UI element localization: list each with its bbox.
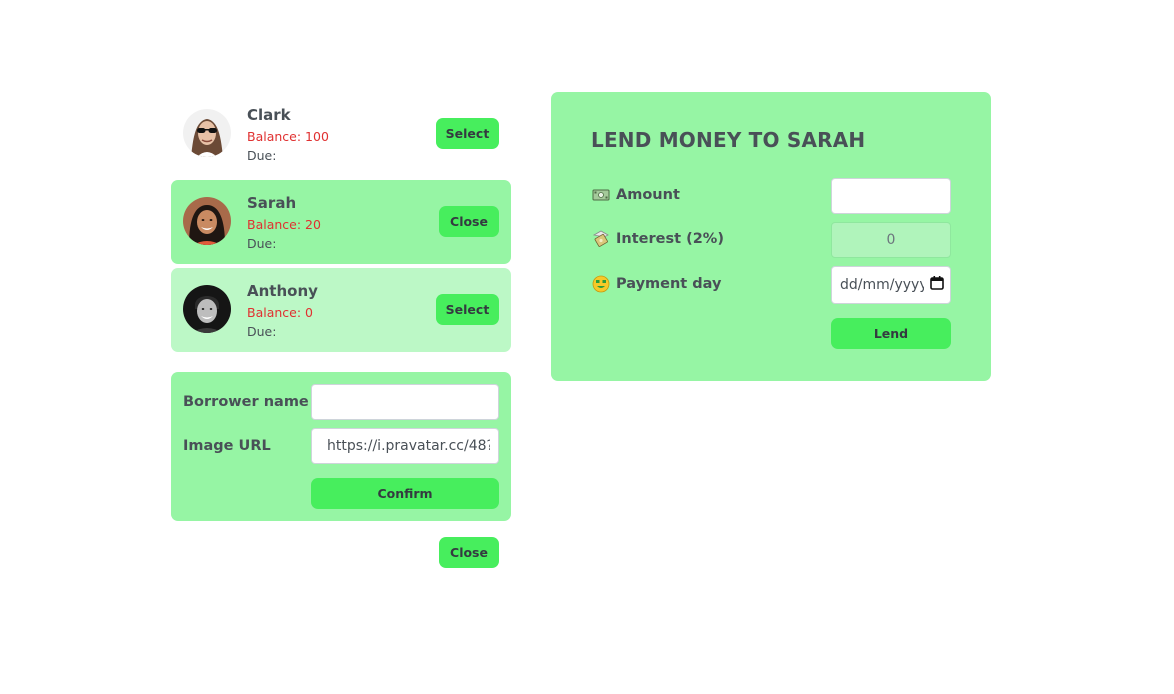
amount-row-label: Amount [592,186,680,204]
select-button-anthony[interactable]: Select [436,294,499,325]
friend-due: Due: [247,236,277,251]
friend-name: Anthony [247,282,318,300]
image-url-input[interactable] [311,428,499,464]
friend-due: Due: [247,324,277,339]
friend-name: Sarah [247,194,297,212]
avatar-anthony [183,285,231,333]
interest-row-label: Interest (2%) [592,230,724,248]
payment-day-placeholder: dd/mm/yyyy [840,277,924,293]
payment-day-input[interactable]: dd/mm/yyyy [831,266,951,304]
select-button-clark[interactable]: Select [436,118,499,149]
image-url-label: Image URL [183,438,271,454]
avatar-sarah [183,197,231,245]
interest-label: Interest (2%) [616,231,724,247]
friend-item-anthony: Anthony Balance: 0 Due: Select [171,268,511,352]
friend-name: Clark [247,106,291,124]
calendar-icon[interactable] [930,276,944,294]
money-with-wings-icon [592,230,610,248]
close-form-button[interactable]: Close [439,537,499,568]
amount-label: Amount [616,187,680,203]
friend-balance: Balance: 100 [247,129,329,144]
friends-list: Clark Balance: 100 Due: Select Sarah Bal… [171,92,511,356]
lend-form-title: LEND MONEY TO SARAH [591,128,866,152]
borrower-name-input[interactable] [311,384,499,420]
friend-balance: Balance: 0 [247,305,313,320]
payment-day-label: Payment day [616,276,722,292]
borrower-name-label: Borrower name [183,394,309,410]
close-button-sarah[interactable]: Close [439,206,499,237]
friend-balance: Balance: 20 [247,217,321,232]
lend-money-form: LEND MONEY TO SARAH Amount Interest (2%)… [551,92,991,381]
lend-button[interactable]: Lend [831,318,951,349]
payment-day-row-label: Payment day [592,275,721,293]
confirm-button[interactable]: Confirm [311,478,499,509]
friend-item-sarah: Sarah Balance: 20 Due: Close [171,180,511,264]
friend-item-clark: Clark Balance: 100 Due: Select [171,92,511,176]
money-mouth-face-icon [592,275,610,293]
add-borrower-form: Borrower name Image URL Confirm [171,372,511,521]
money-bill-icon [592,186,610,204]
amount-input[interactable] [831,178,951,214]
friend-due: Due: [247,148,277,163]
avatar-clark [183,109,231,157]
page: Clark Balance: 100 Due: Select Sarah Bal… [0,0,1174,694]
interest-input[interactable] [831,222,951,258]
